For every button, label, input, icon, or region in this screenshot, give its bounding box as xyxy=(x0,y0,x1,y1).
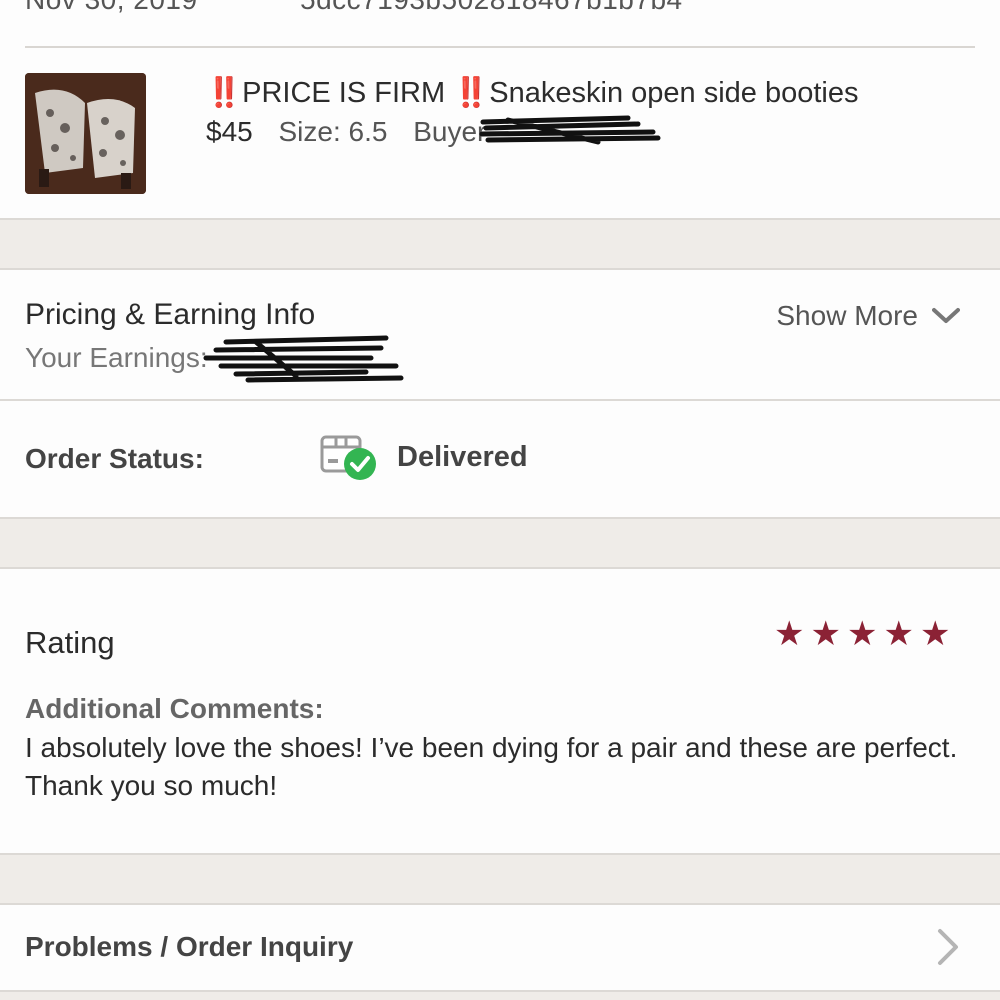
section-gap xyxy=(0,218,1000,270)
earnings-label: Your Earnings: xyxy=(25,342,208,373)
star-rating: ★ ★ ★ ★ ★ xyxy=(774,617,950,651)
item-meta: $45 Size: 6.5 Buyer: xyxy=(206,116,494,148)
problems-row[interactable]: Problems / Order Inquiry xyxy=(0,905,1000,990)
redaction-scribble xyxy=(203,335,404,383)
item-price: $45 xyxy=(206,116,253,147)
chevron-down-icon xyxy=(932,308,960,323)
order-status-value: Delivered xyxy=(397,441,528,473)
problems-order-inquiry-label: Problems / Order Inquiry xyxy=(25,931,354,962)
order-date: Nov 30, 2019 xyxy=(25,0,198,16)
item-title-firm: PRICE IS FIRM xyxy=(242,77,454,109)
section-gap xyxy=(0,990,1000,1000)
item-thumbnail[interactable] xyxy=(25,73,146,194)
section-gap xyxy=(0,517,1000,569)
pricing-title: Pricing & Earning Info xyxy=(25,298,316,331)
double-exclamation-icon: ‼️ xyxy=(206,77,243,109)
additional-comments-label: Additional Comments: xyxy=(25,693,324,724)
pricing-section: Pricing & Earning Info Your Earnings: Sh… xyxy=(0,270,1000,400)
star-icon: ★ xyxy=(883,615,914,653)
section-gap xyxy=(0,853,1000,905)
star-icon: ★ xyxy=(846,615,878,653)
show-more-label: Show More xyxy=(776,300,918,331)
double-exclamation-icon: ‼️ xyxy=(453,77,490,109)
item-title[interactable]: ‼️PRICE IS FIRM ‼️Snakeskin open side bo… xyxy=(206,76,859,110)
rating-label: Rating xyxy=(25,625,115,660)
order-id: 5dcc7193b502818467b1b7b4 xyxy=(300,0,683,16)
package-check-icon xyxy=(320,435,376,480)
order-status-label: Order Status: xyxy=(25,443,204,474)
star-icon: ★ xyxy=(919,615,951,653)
additional-comments-text: I absolutely love the shoes! I’ve been d… xyxy=(25,732,958,801)
item-title-name: Snakeskin open side booties xyxy=(489,77,859,109)
item-size: Size: 6.5 xyxy=(278,116,388,147)
order-header-row: Nov 30, 2019 5dcc7193b502818467b1b7b4 xyxy=(0,0,1000,48)
rating-section: Rating ★ ★ ★ ★ ★ Additional Comments: I … xyxy=(0,569,1000,853)
order-item[interactable]: ‼️PRICE IS FIRM ‼️Snakeskin open side bo… xyxy=(0,48,1000,218)
chevron-right-icon xyxy=(938,929,958,965)
order-status-section: Order Status: Delivered xyxy=(0,401,1000,517)
redaction-scribble xyxy=(479,115,661,145)
star-icon: ★ xyxy=(810,615,841,653)
booties-image xyxy=(25,73,146,194)
order-details-page: Nov 30, 2019 5dcc7193b502818467b1b7b4 ‼️… xyxy=(0,0,1000,1000)
star-icon: ★ xyxy=(774,615,805,653)
show-more-button[interactable]: Show More xyxy=(776,300,960,332)
